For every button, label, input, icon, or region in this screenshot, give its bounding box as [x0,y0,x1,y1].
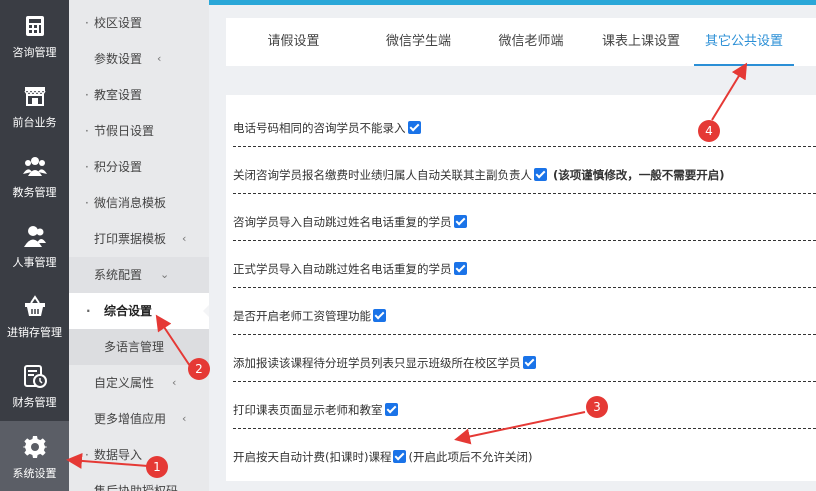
top-accent-bar [209,0,816,5]
annotation-badge: 3 [586,396,608,418]
setting-checkbox[interactable] [522,356,536,369]
setting-label: 关闭咨询学员报名缴费时业绩归属人自动关联其主副负责人 [233,168,532,182]
setting-row: 电话号码相同的咨询学员不能录入 [233,100,816,147]
setting-checkbox[interactable] [453,262,467,275]
gear-icon [22,436,47,458]
nav-frontdesk[interactable]: 前台业务 [0,70,69,140]
tab-wechat-student[interactable]: 微信学生端 [361,18,476,66]
submenu-item-wechat-template[interactable]: · 微信消息模板 [69,185,209,221]
tab-schedule[interactable]: 课表上课设置 [586,18,696,66]
setting-row: 咨询学员导入自动跳过姓名电话重复的学员 [233,194,816,241]
people-icon [23,226,46,247]
nav-consult[interactable]: 咨询管理 [0,0,69,70]
setting-checkbox[interactable] [453,215,467,228]
nav-label: 咨询管理 [12,46,57,59]
submenu-item-holiday[interactable]: · 节假日设置 [69,113,209,149]
setting-row: 开启按天自动计费(扣课时)课程 (开启此项后不允许关闭) [233,429,816,476]
main-nav-rail: 咨询管理 前台业务 教务管理 人事管理 进销存管理 财务管理 系统设置 [0,0,69,491]
submenu-item-more-apps[interactable]: 更多增值应用 ‹ [69,401,209,437]
setting-label: 添加报读该课程待分班学员列表只显示班级所在校区学员 [233,356,521,370]
chevron-left-icon: ‹ [182,412,187,425]
nav-label: 系统设置 [12,467,57,480]
setting-label: 是否开启老师工资管理功能 [233,309,371,323]
settings-panel: 电话号码相同的咨询学员不能录入 关闭咨询学员报名缴费时业绩归属人自动关联其主副负… [226,95,816,481]
setting-checkbox[interactable] [407,121,421,134]
setting-note: (开启此项后不允许关闭) [408,450,533,464]
setting-label: 正式学员导入自动跳过姓名电话重复的学员 [233,262,452,276]
nav-academic[interactable]: 教务管理 [0,140,69,210]
submenu-item-language[interactable]: 多语言管理 [69,329,209,365]
setting-row: 打印课表页面显示老师和教室 [233,382,816,429]
setting-row: 关闭咨询学员报名缴费时业绩归属人自动关联其主副负责人 (该项谨慎修改，一般不需要开… [233,147,816,194]
settings-submenu: · 校区设置 参数设置 ‹ · 教室设置 · 节假日设置 · 积分设置 · 微信消息模板 打… [69,0,209,491]
basket-icon [24,295,45,316]
nav-label: 人事管理 [12,256,57,269]
nav-hr[interactable]: 人事管理 [0,210,69,280]
submenu-item-data-import[interactable]: · 数据导入 [69,437,209,473]
chevron-left-icon: ‹ [157,52,162,65]
annotation-badge: 2 [188,358,210,380]
setting-row: 是否开启老师工资管理功能 [233,288,816,335]
chevron-down-icon: ⌄ [160,268,170,281]
setting-label: 开启按天自动计费(扣课时)课程 [233,450,392,464]
setting-checkbox[interactable] [384,403,398,416]
setting-checkbox[interactable] [534,168,547,181]
submenu-item-print-template[interactable]: 打印票据模板 ‹ [69,221,209,257]
nav-label: 前台业务 [12,116,57,129]
setting-row: 添加报读该课程待分班学员列表只显示班级所在校区学员 [233,335,816,382]
storefront-icon [23,87,46,106]
nav-label: 进销存管理 [7,326,62,339]
setting-label: 咨询学员导入自动跳过姓名电话重复的学员 [233,215,452,229]
submenu-item-support-code[interactable]: 售后协助授权码 [69,473,209,491]
setting-label: 打印课表页面显示老师和教室 [233,403,383,417]
group-icon [22,157,47,176]
chevron-left-icon: ‹ [182,232,187,245]
nav-system-settings[interactable]: 系统设置 [0,421,69,491]
setting-checkbox[interactable] [373,309,386,322]
submenu-item-params[interactable]: 参数设置 ‹ [69,41,209,77]
chevron-left-icon: ‹ [172,376,177,389]
tab-other-public[interactable]: 其它公共设置 [694,18,794,66]
setting-note: (该项谨慎修改，一般不需要开启) [553,168,725,182]
submenu-item-system-config[interactable]: 系统配置 ⌄ [69,257,209,293]
submenu-item-campus[interactable]: · 校区设置 [69,5,209,41]
nav-inventory[interactable]: 进销存管理 [0,280,69,350]
setting-label: 电话号码相同的咨询学员不能录入 [233,121,406,135]
settings-tabs: 请假设置 微信学生端 微信老师端 课表上课设置 其它公共设置 [226,18,816,66]
calculator-icon [25,16,44,36]
annotation-badge: 4 [698,120,720,142]
submenu-item-points[interactable]: · 积分设置 [69,149,209,185]
submenu-item-classroom[interactable]: · 教室设置 [69,77,209,113]
annotation-badge: 1 [146,456,168,478]
finance-icon [23,365,47,388]
tab-wechat-teacher[interactable]: 微信老师端 [476,18,586,66]
nav-label: 财务管理 [12,396,57,409]
nav-finance[interactable]: 财务管理 [0,350,69,420]
setting-checkbox[interactable] [393,450,407,463]
submenu-item-general-settings[interactable]: · 综合设置 [69,293,209,329]
nav-label: 教务管理 [12,186,57,199]
tab-leave[interactable]: 请假设置 [226,18,361,66]
setting-row: 正式学员导入自动跳过姓名电话重复的学员 [233,241,816,288]
